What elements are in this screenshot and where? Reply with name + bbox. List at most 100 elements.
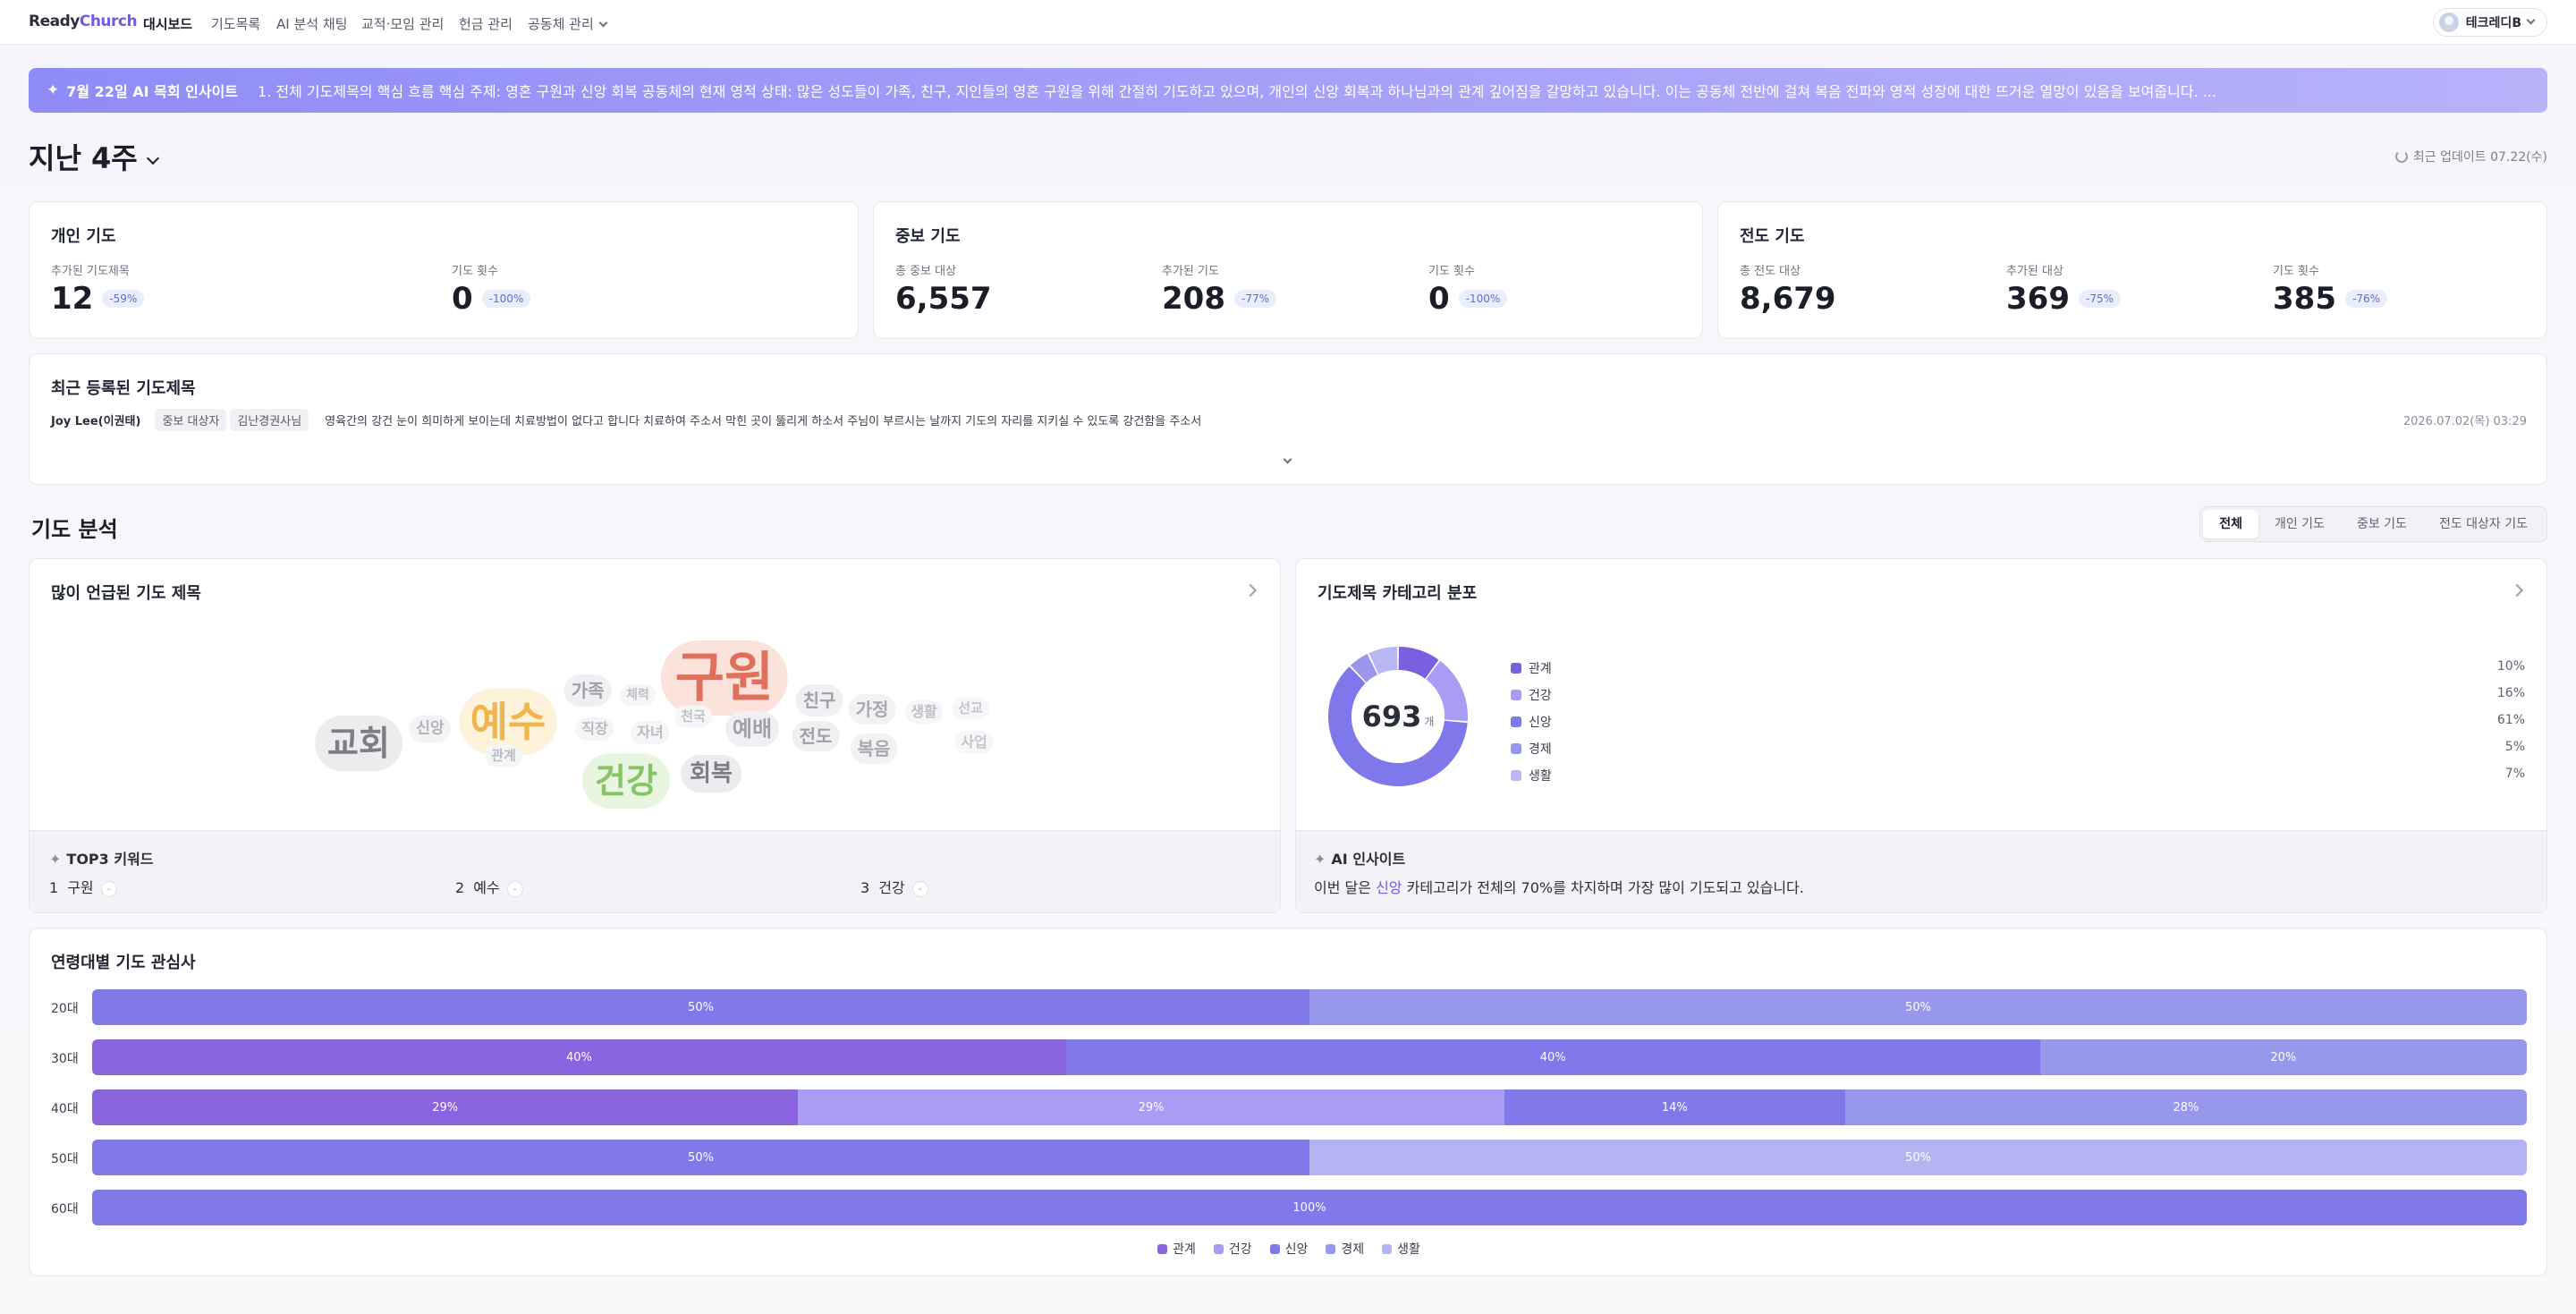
nav-members[interactable]: 교적·모임 관리 [361, 14, 444, 33]
chevron-right-icon[interactable] [2510, 583, 2524, 598]
legend-item[interactable]: 건강 [1213, 1240, 1252, 1258]
tab-evangelism[interactable]: 전도 대상자 기도 [2423, 510, 2544, 538]
metric-label: 총 중보 대상 [895, 265, 957, 278]
word-cloud-word[interactable]: 예배 [724, 711, 780, 747]
tab-intercession[interactable]: 중보 기도 [2341, 510, 2423, 538]
bar-segment-관계[interactable]: 29% [92, 1089, 799, 1125]
sparkle-icon: ✦ [47, 81, 60, 99]
sparkle-icon: ✦ [1314, 851, 1326, 868]
top-keyword[interactable]: 1 구원 - [49, 876, 117, 897]
legend-item[interactable]: 경제 [1326, 1240, 1364, 1258]
intercession-prayer-card: 중보 기도 총 중보 대상 6,557 추가된 기도 208 -77% 기도 횟수… [873, 201, 1703, 339]
word-cloud-word[interactable]: 친구 [795, 684, 843, 716]
word-cloud-word[interactable]: 선교 [952, 697, 989, 720]
legend-item[interactable]: 신앙 [1269, 1240, 1309, 1258]
change-badge: -75% [2078, 290, 2121, 308]
card-title: 전도 기도 [1740, 227, 1805, 246]
tab-all[interactable]: 전체 [2203, 510, 2258, 538]
word-cloud-word[interactable]: 복음 [850, 733, 898, 764]
chevron-down-icon [598, 18, 608, 28]
bar-segment-신앙[interactable]: 50% [92, 989, 1309, 1025]
legend-item[interactable]: 신앙 61% [1511, 713, 2525, 731]
word-cloud-word[interactable]: 체력 [620, 684, 656, 706]
donut-center: 693 개 [1318, 636, 1479, 797]
panel-title: 많이 언급된 기도 제목 [51, 584, 201, 603]
word-cloud-word[interactable]: 교회 [315, 716, 402, 771]
change-badge: -59% [102, 290, 145, 308]
user-name: 테크레디B [2465, 16, 2521, 30]
legend-swatch [1269, 1243, 1280, 1254]
top-keyword[interactable]: 3 건강 - [860, 876, 928, 897]
word-cloud-word[interactable]: 가족 [564, 674, 612, 707]
legend-label: 관계 [1529, 662, 1552, 676]
last-updated[interactable]: 최근 업데이트 07.22(수) [2394, 148, 2547, 165]
bar-segment-신앙[interactable]: 14% [1504, 1089, 1845, 1125]
metric-value: 208 [1162, 281, 1225, 317]
age-bar: 50% 50% [92, 1140, 2527, 1175]
bar-segment-경제[interactable]: 20% [2039, 1039, 2527, 1075]
prayer-date: 2026.07.02(목) 03:29 [2402, 414, 2527, 428]
period-selector[interactable]: 지난 4주 [29, 136, 159, 177]
word-cloud-word[interactable]: 관계 [485, 744, 522, 767]
bar-segment-관계[interactable]: 40% [92, 1039, 1066, 1075]
word-cloud-word[interactable]: 직장 [575, 717, 614, 741]
word-cloud-word[interactable]: 자녀 [631, 721, 670, 744]
age-bar: 29% 29% 14% 28% [92, 1089, 2527, 1125]
word-cloud-word[interactable]: 가정 [848, 694, 896, 725]
ai-insight-banner[interactable]: ✦ 7월 22일 AI 목회 인사이트 1. 전체 기도제목의 핵심 흐름 핵심… [29, 68, 2547, 113]
expand-button[interactable] [1282, 449, 1296, 464]
legend-item[interactable]: 경제 5% [1511, 740, 2525, 758]
word-cloud-word[interactable]: 사업 [954, 731, 994, 754]
legend-label: 신앙 [1284, 1242, 1309, 1257]
chevron-down-icon [1283, 454, 1292, 464]
bar-segment-건강[interactable]: 29% [798, 1089, 1504, 1125]
legend-item[interactable]: 생활 7% [1511, 767, 2525, 784]
bar-segment-신앙[interactable]: 100% [92, 1190, 2527, 1225]
nav-ai-chat[interactable]: AI 분석 채팅 [276, 14, 347, 33]
recent-prayer-row[interactable]: Joy Lee(이권태) 중보 대상자 김난경권사님 영육간의 강건 눈이 희미… [51, 408, 2527, 431]
card-title: 최근 등록된 기도제목 [51, 379, 196, 398]
legend-percent: 7% [2504, 767, 2525, 781]
change-badge: -77% [1233, 290, 1276, 308]
banner-text: 1. 전체 기도제목의 핵심 흐름 핵심 주제: 영혼 구원과 신앙 회복 공동… [258, 83, 2216, 100]
rank-change: - [506, 880, 523, 897]
age-interest-chart: 연령대별 기도 관심사 20대 50% 50% 30대 40% 40% 20% 40대 29% 2… [29, 928, 2547, 1276]
bar-segment-경제[interactable]: 50% [1309, 989, 2527, 1025]
word-cloud-word[interactable]: 구원 [660, 640, 789, 716]
nav-prayer-list[interactable]: 기도목록 [211, 14, 260, 33]
evangelism-prayer-card: 전도 기도 총 전도 대상 8,679 추가된 대상 369 -75% 기도 횟수… [1717, 201, 2547, 339]
tab-personal[interactable]: 개인 기도 [2258, 510, 2341, 538]
user-menu[interactable]: 테크레디B [2432, 8, 2547, 37]
word-cloud-word[interactable]: 전도 [792, 721, 840, 751]
chevron-right-icon[interactable] [1243, 583, 1258, 598]
legend-swatch [1511, 743, 1521, 754]
metric: 8,679 [1740, 281, 1836, 317]
nav-offering[interactable]: 헌금 관리 [459, 14, 513, 33]
legend-percent: 16% [2496, 686, 2525, 700]
bar-segment-신앙[interactable]: 40% [1065, 1039, 2040, 1075]
legend-swatch [1382, 1243, 1393, 1254]
bar-segment-경제[interactable]: 28% [1844, 1089, 2527, 1125]
app-logo[interactable]: ReadyChurch [29, 13, 138, 30]
legend-item[interactable]: 관계 10% [1511, 659, 2525, 677]
legend-item[interactable]: 관계 [1157, 1240, 1196, 1258]
word-cloud-word[interactable]: 신앙 [409, 715, 452, 743]
word-cloud-word[interactable]: 생활 [904, 700, 944, 724]
bar-segment-생활[interactable]: 50% [1309, 1140, 2527, 1175]
nav-dashboard[interactable]: 대시보드 [143, 14, 192, 33]
legend-percent: 5% [2504, 740, 2525, 754]
nav-community[interactable]: 공동체 관리 [528, 14, 608, 33]
word-cloud-word[interactable]: 회복 [681, 755, 741, 793]
bar-segment-신앙[interactable]: 50% [92, 1140, 1309, 1175]
metric: 0 -100% [1428, 281, 1508, 317]
legend-item[interactable]: 생활 [1382, 1240, 1420, 1258]
category-unit: 개 [1424, 715, 1435, 728]
word-cloud-word[interactable]: 건강 [582, 753, 670, 809]
top-keyword[interactable]: 2 예수 - [455, 876, 523, 897]
legend-swatch [1511, 663, 1521, 674]
legend-item[interactable]: 건강 16% [1511, 686, 2525, 704]
metric-value: 385 [2273, 281, 2336, 317]
rank-change: - [911, 880, 928, 897]
word-cloud-word[interactable]: 천국 [674, 705, 712, 728]
legend-swatch [1157, 1243, 1168, 1254]
